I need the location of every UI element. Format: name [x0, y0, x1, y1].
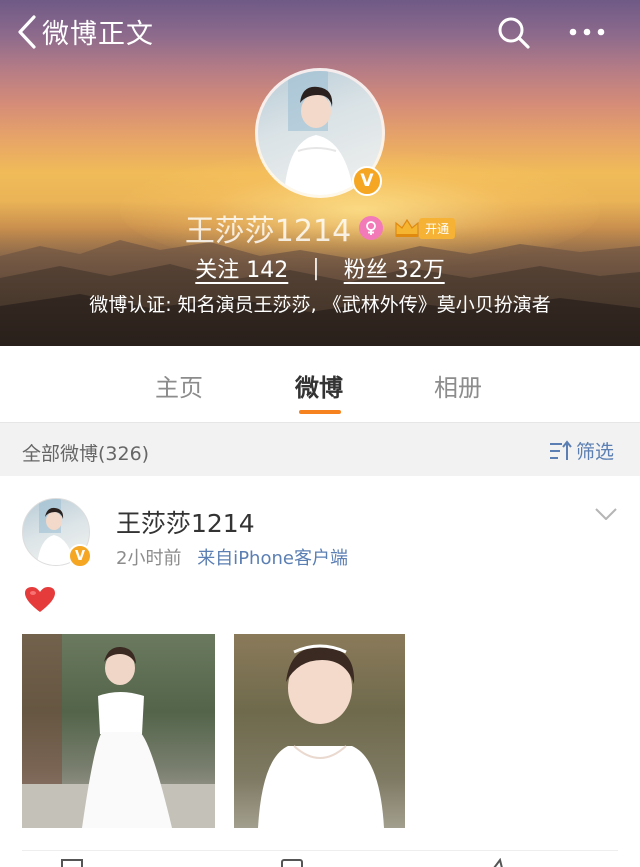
chevron-left-icon [18, 14, 36, 49]
filter-button[interactable]: 筛选 [548, 437, 614, 464]
like-icon[interactable] [490, 858, 514, 867]
tab-album[interactable]: 相册 [434, 368, 482, 403]
verified-badge-icon: V [352, 166, 382, 196]
repost-icon[interactable] [60, 858, 84, 867]
followers-count-link[interactable]: 粉丝 32万 [344, 252, 445, 284]
post-meta: 2小时前 来自iPhone客户端 [116, 544, 348, 570]
crown-icon [395, 218, 419, 237]
top-navigation-bar: 微博正文 [0, 0, 640, 66]
female-symbol-icon [366, 221, 377, 235]
post-author-name[interactable]: 王莎莎1214 [116, 504, 255, 540]
post-photo-1[interactable] [22, 634, 215, 828]
profile-tabs: 主页 微博 相册 [0, 346, 640, 422]
back-label: 微博正文 [42, 19, 154, 50]
follow-stats: 关注 142 | 粉丝 32万 [0, 252, 640, 284]
post-source[interactable]: 来自iPhone客户端 [197, 548, 348, 569]
chevron-down-icon[interactable] [594, 506, 618, 522]
filter-sort-icon [550, 439, 572, 460]
back-button[interactable]: 微博正文 [16, 12, 154, 51]
post-action-bar [0, 856, 640, 867]
search-icon[interactable] [496, 15, 532, 51]
post-author-avatar[interactable]: V [22, 498, 92, 568]
bride-photo-icon [22, 634, 215, 828]
vip-open-label: 开通 [419, 217, 456, 239]
filter-label: 筛选 [576, 441, 615, 463]
active-tab-indicator [299, 410, 341, 414]
stats-separator: | [312, 255, 320, 281]
female-gender-icon [359, 216, 384, 240]
tab-home[interactable]: 主页 [155, 368, 203, 403]
more-options-icon[interactable] [566, 22, 608, 42]
following-count-link[interactable]: 关注 142 [195, 252, 288, 284]
bride-portrait-icon [258, 644, 384, 828]
post-divider [22, 850, 618, 851]
post-photo-2[interactable] [234, 634, 405, 828]
feed-filter-bar: 全部微博(326) 筛选 [0, 422, 640, 476]
profile-name-row: 王莎莎1214 开通 [0, 206, 640, 250]
tab-weibo[interactable]: 微博 [295, 368, 343, 403]
profile-name: 王莎莎1214 [184, 214, 352, 249]
red-heart-emoji-icon [25, 587, 55, 612]
vip-badge[interactable]: 开通 [393, 216, 456, 240]
verification-text: 微博认证: 知名演员王莎莎, 《武林外传》莫小贝扮演者 [89, 294, 551, 316]
post-time: 2小时前 [116, 548, 182, 569]
verified-badge-icon: V [68, 544, 92, 568]
comment-icon[interactable] [280, 858, 304, 867]
weibo-post: V 王莎莎1214 2小时前 来自iPhone客户端 [0, 476, 640, 867]
all-posts-count[interactable]: 全部微博(326) [22, 439, 149, 466]
